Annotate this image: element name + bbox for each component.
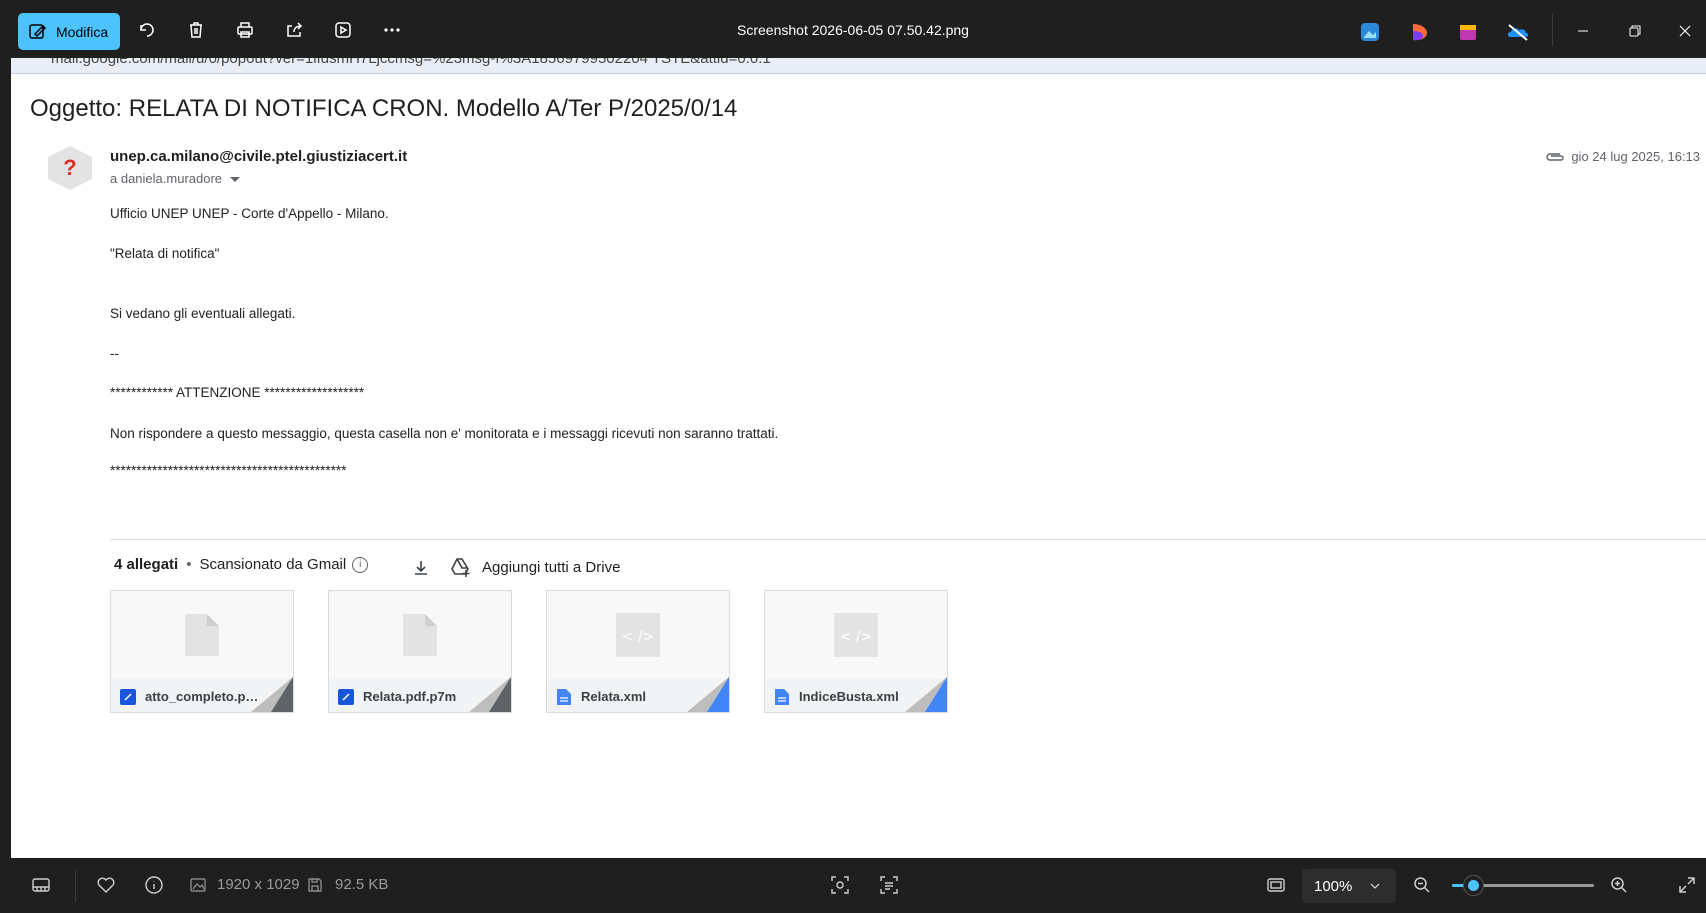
fit-to-window-icon[interactable]: [1265, 874, 1287, 896]
p7m-file-icon: [338, 688, 354, 705]
attachment-clip-icon: [1546, 152, 1565, 161]
restore-icon[interactable]: [1625, 21, 1645, 41]
attachment-corner-fold: [469, 677, 511, 712]
file-info-icon[interactable]: [143, 874, 165, 896]
body-line: --: [110, 346, 119, 361]
code-file-icon: < />: [616, 613, 660, 657]
generic-file-icon: [185, 614, 219, 656]
scan-text-icon[interactable]: [878, 874, 900, 896]
attachment-name: Relata.xml: [581, 689, 647, 704]
edit-button-label: Modifica: [56, 23, 109, 40]
favorite-icon[interactable]: [95, 874, 117, 896]
generic-file-icon: [403, 614, 437, 656]
edit-button[interactable]: Modifica: [18, 13, 120, 50]
email-date: gio 24 lug 2025, 16:13: [1571, 149, 1700, 164]
attachment-card[interactable]: < /> IndiceBusta.xml: [764, 590, 948, 713]
edit-image-icon: [29, 23, 47, 39]
email-date-area: gio 24 lug 2025, 16:13: [1545, 149, 1700, 164]
screenshot-image: mail.google.com/mail/u/0/popout?ver=1ifd…: [11, 58, 1706, 858]
visual-search-icon[interactable]: [829, 874, 851, 896]
onedrive-off-icon[interactable]: [1505, 21, 1531, 43]
more-options-icon[interactable]: [381, 19, 403, 41]
title-bar: Modifica Screenshot 2026-06-05 07.50.42.…: [0, 0, 1706, 58]
zoom-out-icon[interactable]: [1411, 874, 1433, 896]
attachment-thumbnail: [329, 591, 511, 679]
attachment-card[interactable]: < /> Relata.xml: [546, 590, 730, 713]
slideshow-icon[interactable]: [332, 19, 354, 41]
zoom-level-dropdown[interactable]: 100%: [1302, 869, 1396, 903]
browser-url-strip: mail.google.com/mail/u/0/popout?ver=1ifd…: [11, 58, 1706, 74]
xml-file-icon: [774, 688, 790, 705]
attachment-thumbnail: < />: [547, 591, 729, 679]
code-file-icon: < />: [834, 613, 878, 657]
recipient-label: a daniela.muradore: [110, 171, 223, 186]
attachment-name: IndiceBusta.xml: [799, 689, 899, 704]
bottombar-separator: [75, 870, 76, 902]
email-subject: Oggetto: RELATA DI NOTIFICA CRON. Modell…: [30, 95, 738, 122]
info-icon[interactable]: i: [352, 556, 369, 573]
scan-label: Scansionato da Gmail: [199, 556, 347, 573]
video-editor-icon[interactable]: [1457, 21, 1479, 43]
attachments-divider: [110, 539, 1706, 540]
body-line: "Relata di notifica": [110, 246, 220, 261]
add-all-to-drive-button[interactable]: Aggiungi tutti a Drive: [450, 556, 620, 578]
body-line: Si vedano gli eventuali allegati.: [110, 306, 296, 321]
attachment-name: Relata.pdf.p7m: [363, 689, 457, 704]
delete-icon[interactable]: [185, 19, 207, 41]
sender-avatar: ?: [48, 146, 92, 190]
titlebar-separator: [1552, 14, 1553, 46]
attachments-count: 4 allegati: [114, 556, 179, 573]
image-size-icon: [190, 878, 206, 892]
zoom-level: 100%: [1314, 877, 1353, 895]
p7m-file-icon: [120, 688, 136, 705]
attachment-corner-fold: [905, 677, 947, 712]
photos-app-icon[interactable]: [1359, 21, 1381, 43]
drive-add-label: Aggiungi tutti a Drive: [482, 558, 621, 576]
recipient-line[interactable]: a daniela.muradore: [110, 171, 241, 186]
attachment-corner-fold: [687, 677, 729, 712]
zoom-in-icon[interactable]: [1608, 874, 1630, 896]
attachment-thumbnail: < />: [765, 591, 947, 679]
minimize-icon[interactable]: [1573, 21, 1593, 41]
attachment-card[interactable]: atto_completo.pd...: [110, 590, 294, 713]
chevron-down-icon[interactable]: [230, 177, 241, 182]
bottom-bar: 1920 x 1029 92.5 KB 100%: [0, 858, 1706, 913]
share-icon[interactable]: [283, 19, 305, 41]
rotate-icon[interactable]: [136, 19, 158, 41]
attachment-name: atto_completo.pd...: [145, 689, 263, 704]
clipchamp-icon[interactable]: [1408, 21, 1430, 43]
body-line: ************ ATTENZIONE ****************…: [110, 385, 365, 400]
attachment-card[interactable]: Relata.pdf.p7m: [328, 590, 512, 713]
filmstrip-icon[interactable]: [30, 874, 52, 896]
save-disk-icon: [308, 878, 322, 892]
svg-text:< />: < />: [622, 629, 655, 645]
close-icon[interactable]: [1675, 21, 1695, 41]
image-dimensions: 1920 x 1029: [217, 876, 300, 893]
sender-address[interactable]: unep.ca.milano@civile.ptel.giustiziacert…: [110, 148, 407, 165]
body-line: Non rispondere a questo messaggio, quest…: [110, 426, 779, 441]
unknown-sender-icon: ?: [63, 155, 77, 180]
svg-text:< />: < />: [840, 629, 873, 645]
download-all-icon[interactable]: [411, 558, 431, 578]
chevron-down-icon: [1370, 883, 1380, 889]
file-size: 92.5 KB: [335, 876, 389, 893]
print-icon[interactable]: [234, 19, 256, 41]
drive-add-icon: [451, 558, 470, 577]
xml-file-icon: [556, 688, 572, 705]
attachments-header: 4 allegati • Scansionato da Gmail i: [114, 556, 369, 573]
zoom-slider-thumb[interactable]: [1464, 876, 1484, 895]
body-line: ****************************************…: [110, 463, 347, 478]
separator-dot: •: [186, 556, 192, 573]
browser-url: mail.google.com/mail/u/0/popout?ver=1ifd…: [51, 58, 771, 67]
attachment-corner-fold: [251, 677, 293, 712]
body-line: Ufficio UNEP UNEP - Corte d'Appello - Mi…: [110, 206, 389, 221]
attachment-thumbnail: [111, 591, 293, 679]
fullscreen-icon[interactable]: [1676, 874, 1698, 896]
